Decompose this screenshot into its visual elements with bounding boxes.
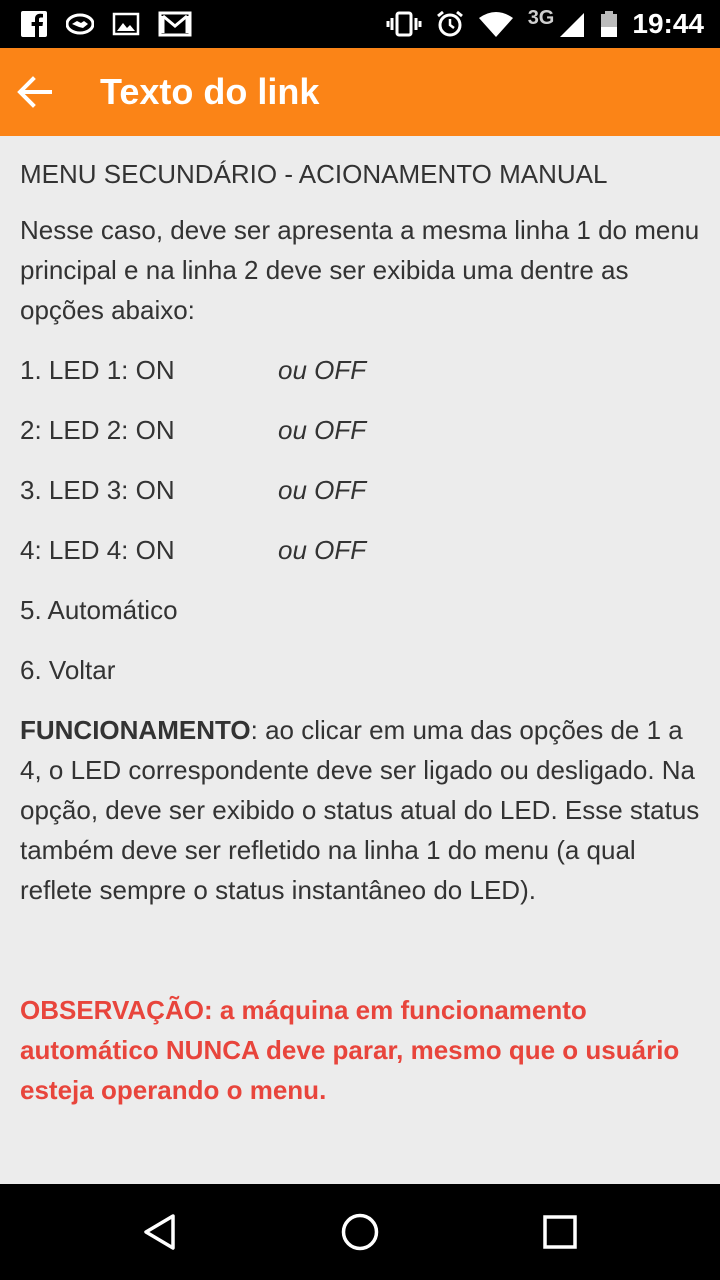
back-triangle-icon — [144, 1214, 175, 1250]
image-icon — [112, 12, 140, 36]
nav-back-button[interactable] — [138, 1210, 182, 1254]
list-item: 2: LED 2: ON ou OFF — [20, 410, 700, 450]
recents-square-icon — [543, 1215, 577, 1249]
app-bar: Texto do link — [0, 48, 720, 136]
alarm-icon — [436, 10, 463, 37]
functioning-label: FUNCIONAMENTO — [20, 715, 251, 745]
main-content: MENU SECUNDÁRIO - ACIONAMENTO MANUAL Nes… — [20, 136, 700, 1110]
option-label: 2: LED 2: ON — [20, 415, 175, 445]
clock: 19:44 — [632, 8, 704, 39]
list-item: 4: LED 4: ON ou OFF — [20, 530, 700, 570]
gmail-icon — [158, 11, 192, 37]
list-item: 1. LED 1: ON ou OFF — [20, 350, 700, 390]
status-bar: 3G 19:44 — [0, 0, 720, 48]
nav-recents-button[interactable] — [538, 1210, 582, 1254]
battery-icon — [601, 11, 618, 37]
observation-note: OBSERVAÇÃO: a máquina em funcionamento a… — [20, 995, 680, 1105]
vibrate-icon — [386, 11, 422, 37]
option-label: 3. LED 3: ON — [20, 475, 175, 505]
option-label: 5. Automático — [20, 595, 178, 625]
arrow-back-icon — [17, 76, 52, 108]
option-alt: ou OFF — [278, 475, 367, 505]
back-button[interactable] — [10, 66, 58, 118]
option-label: 6. Voltar — [20, 655, 116, 685]
section-heading: MENU SECUNDÁRIO - ACIONAMENTO MANUAL — [20, 159, 608, 189]
handshake-icon — [66, 13, 94, 35]
facebook-icon — [21, 11, 47, 38]
intro-paragraph: Nesse caso, deve ser apresenta a mesma l… — [20, 215, 700, 325]
option-label: 4: LED 4: ON — [20, 535, 175, 565]
wifi-icon — [478, 12, 513, 37]
option-label: 1. LED 1: ON — [20, 355, 175, 385]
nav-home-button[interactable] — [338, 1210, 382, 1254]
list-item: 3. LED 3: ON ou OFF — [20, 470, 700, 510]
signal-icon — [560, 13, 585, 37]
list-item: 5. Automático — [20, 590, 700, 630]
network-type: 3G — [527, 6, 555, 29]
home-circle-icon — [341, 1213, 379, 1251]
functioning-paragraph: FUNCIONAMENTO: ao clicar em uma das opçõ… — [20, 710, 700, 910]
option-alt: ou OFF — [278, 535, 367, 565]
navigation-bar — [0, 1184, 720, 1280]
page-title: Texto do link — [100, 71, 320, 112]
notification-icons — [20, 10, 192, 38]
option-alt: ou OFF — [278, 415, 367, 445]
list-item: 6. Voltar — [20, 650, 700, 690]
system-icons: 3G 19:44 — [386, 6, 704, 42]
option-alt: ou OFF — [278, 355, 367, 385]
